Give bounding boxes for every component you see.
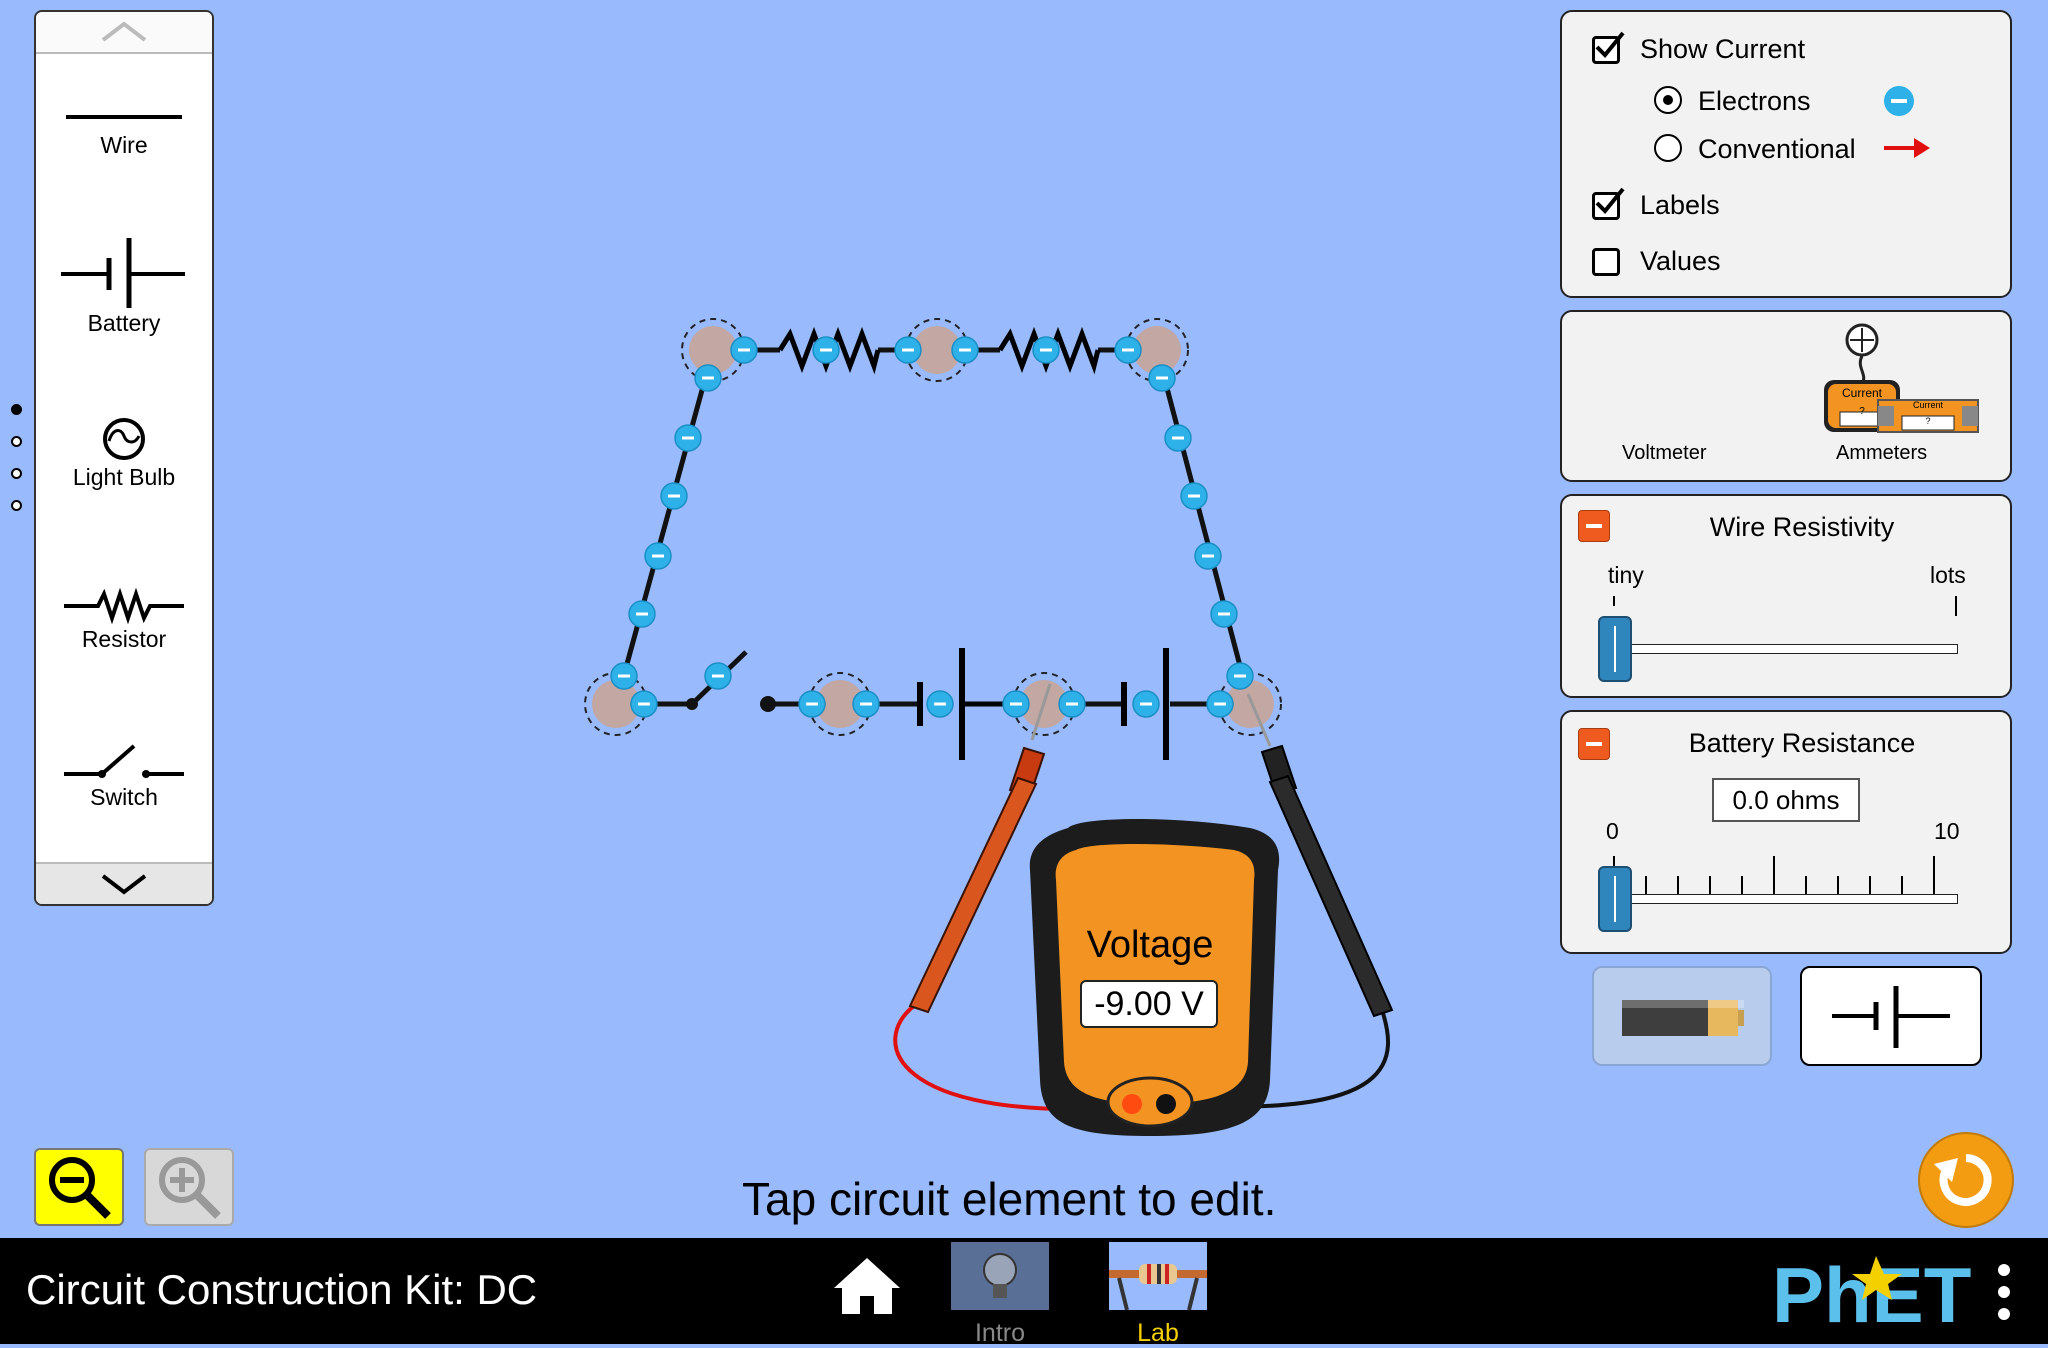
intro-screen-icon — [951, 1242, 1049, 1310]
battery-resistance-title: Battery Resistance — [1688, 728, 1916, 758]
wire-resistivity-max-label: lots — [1930, 562, 1966, 588]
wire-resistivity-title: Wire Resistivity — [1709, 512, 1895, 542]
show-current-checkbox[interactable] — [1592, 31, 1625, 64]
labels-checkbox[interactable] — [1592, 187, 1625, 220]
screen-tab-intro[interactable]: Intro — [950, 1242, 1050, 1348]
lab-screen-icon — [1109, 1242, 1207, 1311]
zoom-out-button[interactable] — [34, 1148, 124, 1226]
edit-hint: Tap circuit element to edit. — [742, 1173, 1277, 1225]
wire-resistivity-panel: Wire Resistivity tiny lots — [1560, 494, 2012, 698]
wire-resistivity-track[interactable] — [1614, 644, 1958, 654]
collapse-wire-resistivity-button[interactable] — [1578, 510, 1610, 542]
zoom-out-icon — [49, 1157, 111, 1219]
navigation-bar: Circuit Construction Kit: DC Intro Lab P… — [0, 1238, 2048, 1347]
screen-tab-lab[interactable]: Lab — [1108, 1242, 1208, 1348]
arrow-right-icon — [1884, 138, 1930, 158]
electron-icon — [1884, 86, 1914, 116]
phet-logo[interactable]: PhET — [1772, 1251, 1972, 1339]
battery-resistance-min-label: 0 — [1606, 818, 1619, 844]
phet-logo-icon: PhET — [1772, 1251, 1971, 1339]
voltmeter-reading: -9.00 V — [1080, 980, 1218, 1028]
ammeters-toolbox-label: Ammeters — [1836, 442, 1928, 464]
electron-particles — [609, 335, 1255, 719]
zoom-in-button[interactable] — [144, 1148, 234, 1226]
zoom-in-icon — [159, 1157, 221, 1219]
wire-resistivity-ticks — [1613, 596, 1957, 616]
reset-icon — [1934, 1154, 1992, 1206]
series-ammeter-text: Current — [1912, 400, 1943, 410]
labels-label: Labels — [1640, 190, 1720, 220]
circuit-wires[interactable] — [613, 347, 1253, 707]
wire-resistivity-min-label: tiny — [1608, 562, 1644, 588]
electrons-radio[interactable] — [1654, 86, 1682, 114]
battery-resistance-track[interactable] — [1614, 894, 1958, 904]
battery-resistance-ticks — [1613, 856, 1935, 896]
reset-all-button[interactable] — [1918, 1132, 2014, 1228]
more-vertical-icon — [1998, 1264, 2010, 1320]
checkmark-icon — [1595, 187, 1625, 214]
display-options-panel: Show Current Electrons Conventional Labe… — [1560, 10, 2012, 298]
conventional-label: Conventional — [1698, 134, 1856, 164]
voltmeter-device[interactable] — [1029, 819, 1280, 1136]
sensor-toolbox-panel: Voltmeter Ammeters Current ? Current ? — [1560, 310, 2012, 482]
voltmeter-toolbox-label: Voltmeter — [1622, 442, 1707, 464]
series-ammeter-value: ? — [1925, 416, 1931, 426]
electrons-label: Electrons — [1698, 86, 1811, 116]
values-checkbox[interactable] — [1592, 248, 1620, 276]
schematic-battery-icon — [1832, 986, 1950, 1048]
battery-resistance-panel: Battery Resistance 0.0 ohms 0 10 — [1560, 710, 2012, 954]
home-icon — [834, 1258, 900, 1314]
checkmark-icon — [1595, 31, 1625, 58]
battery-resistance-thumb[interactable] — [1598, 866, 1632, 932]
collapse-battery-resistance-button[interactable] — [1578, 728, 1610, 760]
values-label: Values — [1640, 246, 1721, 276]
battery-resistance-max-label: 10 — [1934, 818, 1960, 844]
circuit-switch[interactable] — [686, 650, 776, 712]
battery-resistance-value: 0.0 ohms — [1712, 778, 1860, 822]
sim-title: Circuit Construction Kit: DC — [26, 1266, 538, 1313]
red-probe[interactable] — [908, 683, 1052, 1014]
lifelike-view-button[interactable] — [1592, 966, 1772, 1066]
show-current-label: Show Current — [1640, 34, 1806, 64]
home-button[interactable] — [832, 1254, 902, 1318]
conventional-radio[interactable] — [1654, 134, 1682, 162]
realistic-battery-icon — [1622, 1000, 1744, 1036]
schematic-view-button[interactable] — [1800, 966, 1982, 1066]
wire-resistivity-thumb[interactable] — [1598, 616, 1632, 682]
options-menu-button[interactable] — [1994, 1262, 2014, 1322]
voltmeter-title: Voltage — [1086, 924, 1214, 966]
